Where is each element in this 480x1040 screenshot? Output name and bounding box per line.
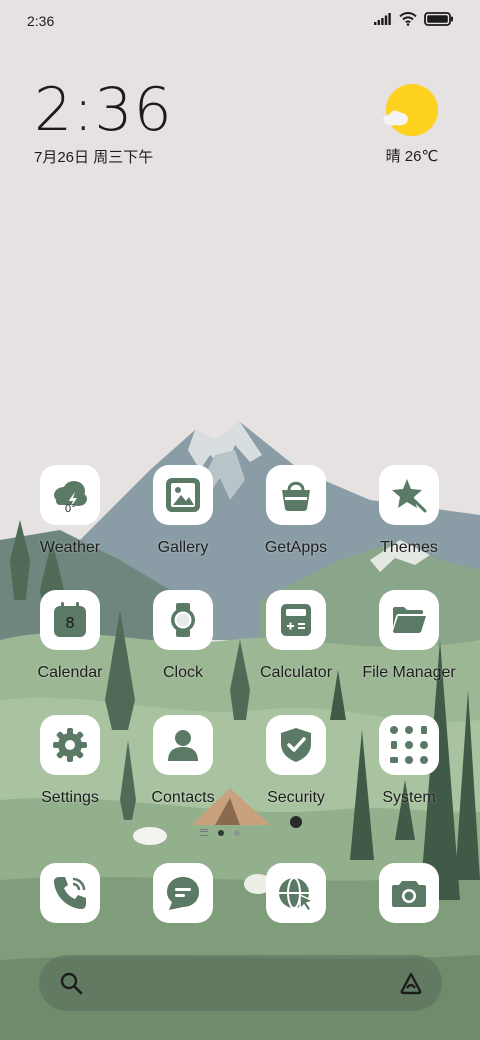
weather-widget[interactable]: 晴 26℃ <box>374 84 450 166</box>
app-clock[interactable]: Clock <box>128 590 238 682</box>
person-icon <box>153 715 213 775</box>
weather-summary: 晴 26℃ <box>385 148 439 165</box>
clock-widget[interactable]: 2:36 7月26日 周三下午 <box>34 78 173 167</box>
page-list-icon <box>200 829 208 836</box>
app-settings[interactable]: Settings <box>15 715 125 807</box>
app-label: File Manager <box>362 664 456 681</box>
app-label: System <box>382 789 436 806</box>
clock-time: 2:36 <box>34 75 173 145</box>
status-time: 2:36 <box>27 13 55 29</box>
status-bar: 2:36 <box>0 0 480 44</box>
search-icon[interactable] <box>59 971 83 995</box>
page-dot-active <box>218 829 224 836</box>
system-folder-icon <box>379 715 439 775</box>
battery-icon <box>424 12 453 26</box>
weather-icon: 0° <box>40 465 100 525</box>
dock-phone[interactable] <box>15 863 125 923</box>
clock-date: 7月26日 周三下午 <box>34 149 154 166</box>
themes-star-icon <box>379 465 439 525</box>
app-themes[interactable]: Themes <box>354 465 464 557</box>
app-label: Settings <box>41 789 99 806</box>
signal-icon <box>374 13 391 25</box>
assistant-icon[interactable] <box>398 971 424 995</box>
gear-icon <box>40 715 100 775</box>
app-security[interactable]: Security <box>241 715 351 807</box>
app-label: Clock <box>162 664 203 681</box>
gallery-icon <box>153 465 213 525</box>
sunny-weather-icon <box>383 84 438 136</box>
wifi-icon <box>399 12 417 26</box>
folder-icon <box>379 590 439 650</box>
page-dot <box>234 829 240 836</box>
browser-globe-icon <box>266 863 326 923</box>
app-label: GetApps <box>264 539 328 556</box>
app-calculator[interactable]: Calculator <box>241 590 351 682</box>
app-contacts[interactable]: Contacts <box>128 715 238 807</box>
app-system-folder[interactable]: System <box>354 715 464 807</box>
shopping-bag-icon <box>266 465 326 525</box>
app-label: Calculator <box>259 664 333 681</box>
page-indicator[interactable] <box>200 829 240 836</box>
app-gallery[interactable]: Gallery <box>128 465 238 557</box>
app-label: Themes <box>380 539 438 556</box>
dock-camera[interactable] <box>354 863 464 923</box>
calendar-day: 8 <box>65 614 75 632</box>
app-calendar[interactable]: 8 Calendar <box>15 590 125 682</box>
app-getapps[interactable]: GetApps <box>241 465 351 557</box>
calculator-icon <box>266 590 326 650</box>
app-label: Contacts <box>151 789 215 806</box>
app-weather[interactable]: 0° Weather <box>15 465 125 557</box>
phone-icon <box>40 863 100 923</box>
status-icons <box>374 12 454 26</box>
search-bar[interactable] <box>39 955 442 1011</box>
camera-icon <box>379 863 439 923</box>
app-label: Weather <box>39 539 101 556</box>
message-icon <box>153 863 213 923</box>
cloud-icon <box>383 110 408 126</box>
weather-badge: 0° <box>65 503 76 515</box>
dock-messages[interactable] <box>128 863 238 923</box>
shield-check-icon <box>266 715 326 775</box>
app-file-manager[interactable]: File Manager <box>354 590 464 682</box>
dock-browser[interactable] <box>241 863 351 923</box>
app-label: Gallery <box>157 539 209 556</box>
calendar-icon: 8 <box>40 590 100 650</box>
app-label: Security <box>267 789 325 806</box>
app-label: Calendar <box>37 664 103 681</box>
watch-icon <box>153 590 213 650</box>
